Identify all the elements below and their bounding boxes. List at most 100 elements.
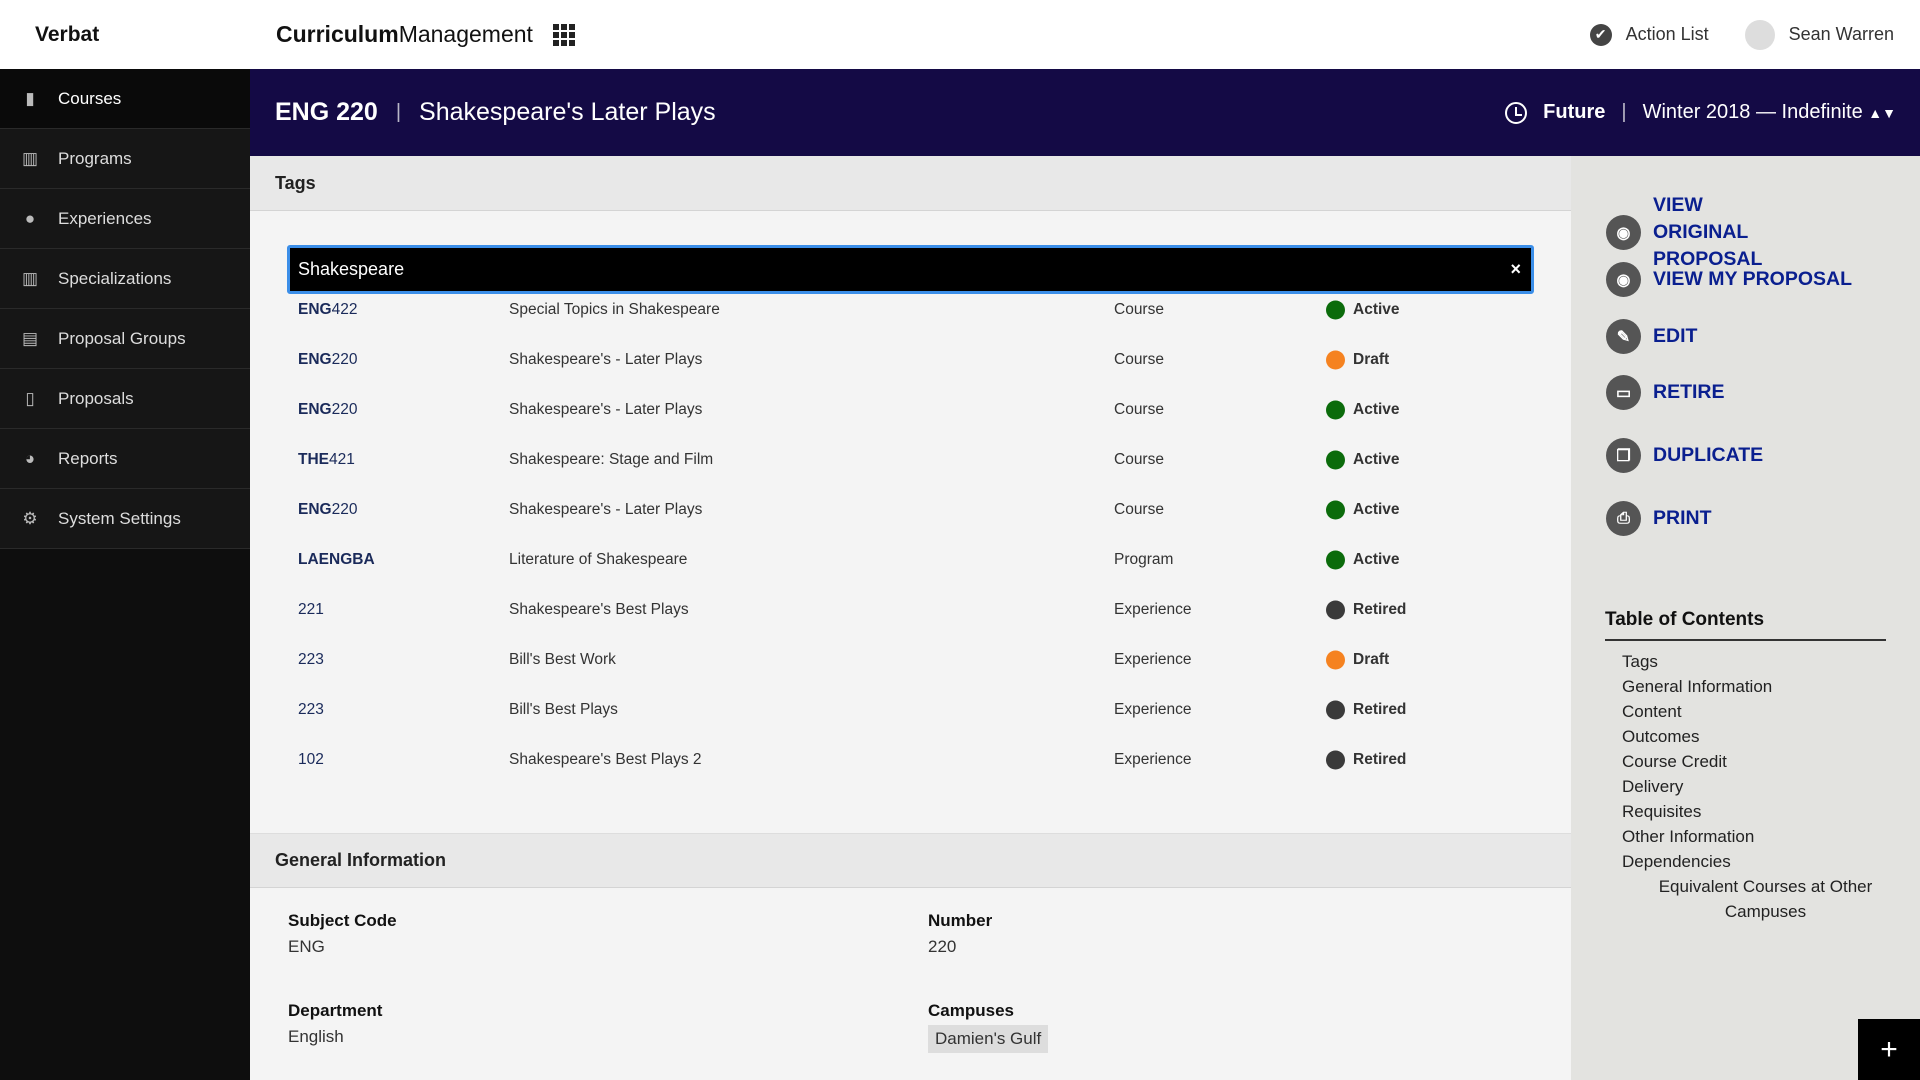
- status-badge: Retired: [1353, 601, 1407, 618]
- eye-icon: ◉: [1606, 262, 1641, 297]
- sidebar-item-experiences[interactable]: ● Experiences: [0, 189, 250, 249]
- duplicate-button[interactable]: ❐ DUPLICATE: [1606, 438, 1763, 473]
- list-item[interactable]: ENG220 Shakespeare's - Later Plays Cours…: [250, 485, 1571, 535]
- sidebar-item-specializations[interactable]: ▥ Specializations: [0, 249, 250, 309]
- general-info-header: General Information: [250, 833, 1571, 888]
- print-button[interactable]: ⎙ PRINT: [1606, 501, 1712, 536]
- sidebar-item-proposals[interactable]: ▯ Proposals: [0, 369, 250, 429]
- field-value: 220: [928, 937, 957, 956]
- action-label: PRINT: [1653, 507, 1712, 529]
- user-name[interactable]: Sean Warren: [1789, 24, 1894, 45]
- toc-item[interactable]: Other Information: [1605, 824, 1886, 849]
- status-dot-icon: [1326, 450, 1345, 470]
- view-my-proposal-button[interactable]: ◉ VIEW MY PROPOSAL: [1606, 262, 1852, 297]
- status-dot-icon: [1326, 750, 1345, 770]
- status-badge: Active: [1353, 301, 1400, 318]
- list-item[interactable]: 221 Shakespeare's Best Plays Experience …: [250, 585, 1571, 635]
- status-dot-icon: [1326, 700, 1345, 720]
- tag-results: ENG422 Special Topics in Shakespeare Cou…: [250, 285, 1571, 785]
- status-badge: Draft: [1353, 651, 1390, 668]
- status-dot-icon: [1326, 300, 1345, 320]
- code-number: 223: [298, 701, 324, 718]
- result-code: ENG220: [298, 351, 357, 369]
- code-prefix: ENG: [298, 401, 332, 418]
- documents-icon: ▤: [21, 328, 39, 348]
- status-badge: Active: [1353, 401, 1400, 418]
- list-item[interactable]: THE421 Shakespeare: Stage and Film Cours…: [250, 435, 1571, 485]
- edit-button[interactable]: ✎ EDIT: [1606, 319, 1697, 354]
- avatar[interactable]: [1744, 19, 1775, 50]
- app-title: Curriculum Management: [276, 21, 575, 48]
- brand-logo[interactable]: Verbat: [35, 23, 99, 47]
- result-code: ENG220: [298, 401, 357, 419]
- book-icon: ▮: [25, 88, 35, 108]
- campus-chip: Damien's Gulf: [928, 1025, 1049, 1053]
- list-item[interactable]: LAENGBA Literature of Shakespeare Progra…: [250, 535, 1571, 585]
- toc-item[interactable]: Requisites: [1605, 799, 1886, 824]
- retire-button[interactable]: ▭ RETIRE: [1606, 375, 1725, 410]
- toc-item[interactable]: Course Credit: [1605, 749, 1886, 774]
- field-value: English: [288, 1027, 344, 1046]
- result-type: Course: [1114, 401, 1164, 418]
- sidebar-item-label: Experiences: [58, 208, 152, 228]
- list-item[interactable]: ENG220 Shakespeare's - Later Plays Cours…: [250, 335, 1571, 385]
- action-list-link[interactable]: Action List: [1626, 24, 1709, 45]
- sidebar-item-programs[interactable]: ▥ Programs: [0, 129, 250, 189]
- status-badge: Active: [1353, 451, 1400, 468]
- toc-item[interactable]: Content: [1605, 699, 1886, 724]
- check-circle-icon: ✔: [1589, 23, 1612, 46]
- add-button[interactable]: +: [1858, 1019, 1920, 1080]
- list-item[interactable]: 223 Bill's Best Work Experience Draft: [250, 635, 1571, 685]
- app-grid-icon[interactable]: [552, 23, 575, 46]
- list-item[interactable]: ENG220 Shakespeare's - Later Plays Cours…: [250, 385, 1571, 435]
- term-select[interactable]: Winter 2018 — Indefinite ▲▼: [1643, 101, 1896, 124]
- code-prefix: ENG: [298, 351, 332, 368]
- code-number: 221: [298, 601, 324, 618]
- field-label: Campuses: [928, 1001, 1014, 1020]
- status-badge: Active: [1353, 501, 1400, 518]
- result-code: THE421: [298, 451, 355, 469]
- result-code: ENG220: [298, 501, 357, 519]
- eye-icon: ◉: [1606, 215, 1641, 250]
- archive-box-icon: ▭: [1606, 375, 1641, 410]
- sidebar-item-system-settings[interactable]: ⚙ System Settings: [0, 489, 250, 549]
- toc-item[interactable]: Delivery: [1605, 774, 1886, 799]
- toc-item[interactable]: General Information: [1605, 674, 1886, 699]
- code-number: 220: [331, 351, 358, 368]
- clock-icon: [1505, 101, 1528, 124]
- sidebar-item-proposal-groups[interactable]: ▤ Proposal Groups: [0, 309, 250, 369]
- result-title: Shakespeare's Best Plays 2: [509, 751, 702, 768]
- list-item[interactable]: ENG422 Special Topics in Shakespeare Cou…: [250, 285, 1571, 335]
- code-number: 102: [298, 751, 324, 768]
- term-value: Winter 2018 — Indefinite: [1642, 101, 1863, 123]
- sidebar-item-reports[interactable]: ◕ Reports: [0, 429, 250, 489]
- sidebar-item-courses[interactable]: ▮ Courses: [0, 69, 250, 129]
- result-code: ENG422: [298, 301, 357, 319]
- code-number: 421: [329, 451, 355, 468]
- result-type: Experience: [1114, 651, 1192, 668]
- result-title: Literature of Shakespeare: [509, 551, 688, 568]
- sidebar: ▮ Courses ▥ Programs ● Experiences ▥ Specializa…: [0, 69, 250, 1080]
- sidebar-item-label: Courses: [58, 88, 122, 108]
- list-item[interactable]: 102 Shakespeare's Best Plays 2 Experienc…: [250, 735, 1571, 785]
- code-number: 422: [331, 301, 358, 318]
- page-header: ENG 220 | Shakespeare's Later Plays Futu…: [250, 69, 1920, 156]
- list-item[interactable]: 223 Bill's Best Plays Experience Retired: [250, 685, 1571, 735]
- field-label: Subject Code: [288, 911, 397, 930]
- printer-icon: ⎙: [1606, 501, 1641, 536]
- document-icon: ▯: [25, 388, 35, 408]
- status-badge: Draft: [1353, 351, 1390, 368]
- toc-item[interactable]: Tags: [1605, 649, 1886, 674]
- app-title-rest: Management: [398, 21, 533, 47]
- view-original-proposal-button[interactable]: ◉ VIEW ORIGINAL PROPOSAL: [1606, 192, 1803, 273]
- result-type: Course: [1114, 301, 1164, 318]
- close-icon[interactable]: ×: [1510, 259, 1521, 280]
- result-title: Special Topics in Shakespeare: [509, 301, 720, 318]
- action-label: VIEW ORIGINAL PROPOSAL: [1653, 194, 1763, 270]
- result-title: Bill's Best Plays: [509, 701, 618, 718]
- status-badge: Retired: [1353, 701, 1407, 718]
- toc-item[interactable]: Dependencies: [1605, 849, 1886, 874]
- result-type: Course: [1114, 351, 1164, 368]
- toc-item[interactable]: Outcomes: [1605, 724, 1886, 749]
- toc-item[interactable]: Equivalent Courses at Other Campuses: [1605, 874, 1886, 924]
